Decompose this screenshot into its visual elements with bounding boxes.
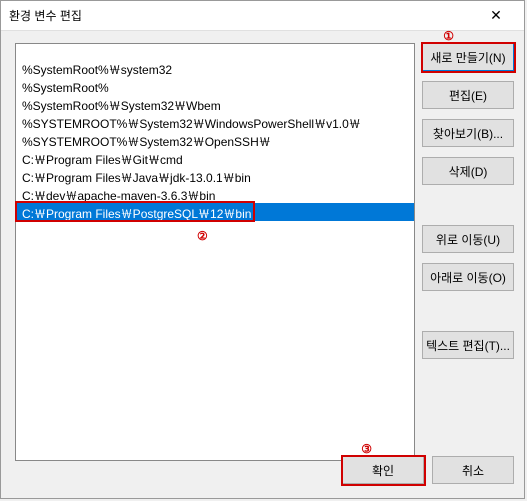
list-item[interactable]: %SystemRoot%￦system32 — [16, 59, 414, 77]
list-item[interactable]: %SYSTEMROOT%￦System32￦OpenSSH￦ — [16, 131, 414, 149]
bottom-buttons: 확인 취소 — [342, 456, 514, 484]
list-item[interactable]: C:￦dev￦apache-maven-3.6.3￦bin — [16, 185, 414, 203]
window-title: 환경 변수 편집 — [9, 7, 476, 24]
env-var-edit-dialog: 환경 변수 편집 ✕ %SystemRoot%￦system32%SystemR… — [0, 0, 525, 499]
list-item[interactable]: %SystemRoot% — [16, 77, 414, 95]
list-item[interactable]: C:￦Program Files￦PostgreSQL￦12￦bin — [16, 203, 414, 221]
list-item[interactable]: %SYSTEMROOT%￦System32￦WindowsPowerShell￦… — [16, 113, 414, 131]
button-column: 새로 만들기(N) 편집(E) 찾아보기(B)... 삭제(D) 위로 이동(U… — [422, 43, 514, 369]
close-button[interactable]: ✕ — [476, 2, 516, 30]
ok-button[interactable]: 확인 — [342, 456, 424, 484]
list-item[interactable]: %SystemRoot%￦System32￦Wbem — [16, 95, 414, 113]
annotation-3: ③ — [361, 442, 372, 456]
list-content: %SystemRoot%￦system32%SystemRoot%%System… — [16, 44, 414, 221]
edit-button[interactable]: 편집(E) — [422, 81, 514, 109]
annotation-1: ① — [443, 29, 454, 43]
moveup-button[interactable]: 위로 이동(U) — [422, 225, 514, 253]
new-button[interactable]: 새로 만들기(N) — [422, 43, 514, 71]
list-item[interactable]: C:￦Program Files￦Git￦cmd — [16, 149, 414, 167]
movedown-button[interactable]: 아래로 이동(O) — [422, 263, 514, 291]
list-item[interactable]: C:￦Program Files￦Java￦jdk-13.0.1￦bin — [16, 167, 414, 185]
edittext-button[interactable]: 텍스트 편집(T)... — [422, 331, 514, 359]
cancel-button[interactable]: 취소 — [432, 456, 514, 484]
path-listbox[interactable]: %SystemRoot%￦system32%SystemRoot%%System… — [15, 43, 415, 461]
close-icon: ✕ — [490, 7, 502, 24]
dialog-body: %SystemRoot%￦system32%SystemRoot%%System… — [1, 31, 524, 498]
annotation-2: ② — [197, 229, 208, 243]
titlebar: 환경 변수 편집 ✕ — [1, 1, 524, 31]
delete-button[interactable]: 삭제(D) — [422, 157, 514, 185]
browse-button[interactable]: 찾아보기(B)... — [422, 119, 514, 147]
